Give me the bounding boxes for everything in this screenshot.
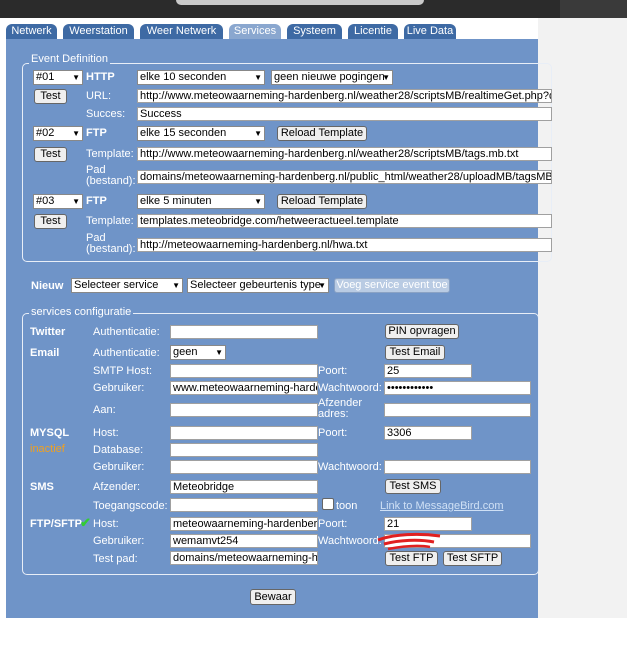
- ftp-host-label: Host:: [93, 518, 119, 530]
- mysql-db-label: Database:: [93, 444, 144, 456]
- event-1-interval-select[interactable]: elke 10 seconden ▼: [137, 70, 265, 85]
- sms-label: SMS: [30, 481, 54, 493]
- browser-address-pill: [176, 0, 424, 5]
- ftp-path-input[interactable]: domains/meteowaarneming-ha: [170, 551, 318, 565]
- ftp-path-label: Test pad:: [93, 553, 138, 565]
- mysql-user-input[interactable]: [170, 460, 318, 474]
- tab-netwerk[interactable]: Netwerk: [6, 24, 57, 39]
- email-port-input[interactable]: 25: [384, 364, 472, 378]
- event-1-url-input[interactable]: http://www.meteowaarneming-hardenberg.nl…: [137, 89, 552, 103]
- ftp-user-input[interactable]: wemamvt254: [170, 534, 318, 548]
- tab-licentie[interactable]: Licentie: [348, 24, 398, 39]
- event-2-interval-select[interactable]: elke 15 seconden ▼: [137, 126, 265, 141]
- event-1-id-select[interactable]: #01 ▼: [33, 70, 83, 85]
- event-2-reload-template-button[interactable]: Reload Template: [277, 126, 367, 141]
- event-1-success-label: Succes:: [86, 108, 126, 120]
- email-pass-input[interactable]: ••••••••••••: [384, 381, 531, 395]
- email-from-label: Afzender adres:: [318, 397, 363, 420]
- test-ftp-button[interactable]: Test FTP: [385, 551, 438, 566]
- event-1-test-button[interactable]: Test: [34, 89, 67, 104]
- event-3-template-input[interactable]: templates.meteobridge.com/hetweeractueel…: [137, 214, 552, 228]
- email-to-input[interactable]: [170, 403, 318, 417]
- event-definition-legend: Event Definition: [29, 53, 111, 65]
- event-2-id-select[interactable]: #02 ▼: [33, 126, 83, 141]
- sms-code-input[interactable]: [170, 498, 318, 512]
- mysql-user-label: Gebruiker:: [93, 461, 145, 473]
- event-3-path-label: Pad (bestand):: [86, 232, 136, 255]
- event-2-test-button[interactable]: Test: [34, 147, 67, 162]
- show-code-label: toon: [336, 500, 358, 512]
- event-1-type: HTTP: [86, 71, 115, 83]
- event-1-url-label: URL:: [86, 90, 112, 102]
- event-3-path-input[interactable]: http://meteowaarneming-hardenberg.nl/hwa…: [137, 238, 552, 252]
- email-user-label: Gebruiker:: [93, 382, 145, 394]
- sms-sender-input[interactable]: Meteobridge: [170, 480, 318, 494]
- ftp-port-label: Poort:: [318, 518, 348, 530]
- mysql-status: inactief: [30, 443, 65, 455]
- mysql-port-label: Poort:: [318, 427, 348, 439]
- event-3-type: FTP: [86, 195, 107, 207]
- ftp-user-label: Gebruiker:: [93, 535, 145, 547]
- messagebird-link[interactable]: Link to MessageBird.com: [380, 500, 504, 512]
- mysql-label: MYSQL: [30, 427, 70, 439]
- smtp-host-input[interactable]: [170, 364, 318, 378]
- save-button[interactable]: Bewaar: [250, 589, 296, 605]
- mysql-pass-input[interactable]: [384, 460, 531, 474]
- event-3-interval-select[interactable]: elke 5 minuten ▼: [137, 194, 265, 209]
- mysql-pass-label: Wachtwoord:: [318, 461, 382, 473]
- check-icon: ✔: [80, 515, 91, 530]
- twitter-auth-label: Authenticatie:: [93, 326, 160, 338]
- event-2-path-input[interactable]: domains/meteowaarneming-hardenberg.nl/pu…: [137, 170, 552, 184]
- tab-systeem[interactable]: Systeem: [287, 24, 342, 39]
- email-label: Email: [30, 347, 60, 359]
- mysql-db-input[interactable]: [170, 443, 318, 457]
- event-3-template-label: Template:: [86, 215, 134, 227]
- tab-services[interactable]: Services: [229, 24, 281, 39]
- ftp-pass-label: Wachtwoord:: [318, 535, 382, 547]
- browser-top-bar: [0, 0, 627, 18]
- tab-live-data[interactable]: Live Data: [404, 24, 456, 39]
- test-sms-button[interactable]: Test SMS: [385, 479, 441, 494]
- browser-top-right: [560, 0, 627, 18]
- ftp-host-input[interactable]: meteowaarneming-hardenberg: [170, 517, 318, 531]
- smtp-host-label: SMTP Host:: [93, 365, 153, 377]
- event-2-type: FTP: [86, 127, 107, 139]
- show-code-checkbox[interactable]: [322, 498, 334, 510]
- test-sftp-button[interactable]: Test SFTP: [443, 551, 502, 566]
- sms-code-label: Toegangscode:: [93, 500, 168, 512]
- tab-weer-netwerk[interactable]: Weer Netwerk: [140, 24, 223, 39]
- email-auth-label: Authenticatie:: [93, 347, 160, 359]
- tab-weerstation[interactable]: Weerstation: [63, 24, 134, 39]
- event-2-template-input[interactable]: http://www.meteowaarneming-hardenberg.nl…: [137, 147, 552, 161]
- email-port-label: Poort:: [318, 365, 348, 377]
- event-3-id-select[interactable]: #03 ▼: [33, 194, 83, 209]
- email-from-input[interactable]: [384, 403, 531, 417]
- select-service[interactable]: Selecteer service ▼: [71, 278, 183, 293]
- mysql-port-input[interactable]: 3306: [384, 426, 472, 440]
- email-pass-label: Wachtwoord:: [318, 382, 382, 394]
- new-label: Nieuw: [31, 280, 64, 292]
- pin-request-button[interactable]: PIN opvragen: [385, 324, 459, 339]
- twitter-label: Twitter: [30, 326, 66, 338]
- ftp-port-input[interactable]: 21: [384, 517, 472, 531]
- event-1-success-input[interactable]: Success: [137, 107, 552, 121]
- red-scribble-redaction: [377, 532, 441, 551]
- mysql-host-input[interactable]: [170, 426, 318, 440]
- event-2-template-label: Template:: [86, 148, 134, 160]
- event-3-reload-template-button[interactable]: Reload Template: [277, 194, 367, 209]
- twitter-auth-input[interactable]: [170, 325, 318, 339]
- services-config-legend: services configuratie: [29, 306, 134, 318]
- mysql-host-label: Host:: [93, 427, 119, 439]
- add-service-event-button[interactable]: Voeg service event toe: [334, 278, 450, 293]
- email-auth-select[interactable]: geen ▼: [170, 345, 226, 360]
- ftp-label: FTP/SFTP: [30, 518, 82, 530]
- event-2-path-label: Pad (bestand):: [86, 164, 136, 187]
- event-3-test-button[interactable]: Test: [34, 214, 67, 229]
- sms-sender-label: Afzender:: [93, 481, 141, 493]
- email-to-label: Aan:: [93, 404, 116, 416]
- email-user-input[interactable]: www.meteowaarneming-harde: [170, 381, 318, 395]
- event-1-retry-select[interactable]: geen nieuwe pogingen ▼: [271, 70, 393, 85]
- test-email-button[interactable]: Test Email: [385, 345, 445, 360]
- select-event-type[interactable]: Selecteer gebeurtenis type ▼: [187, 278, 329, 293]
